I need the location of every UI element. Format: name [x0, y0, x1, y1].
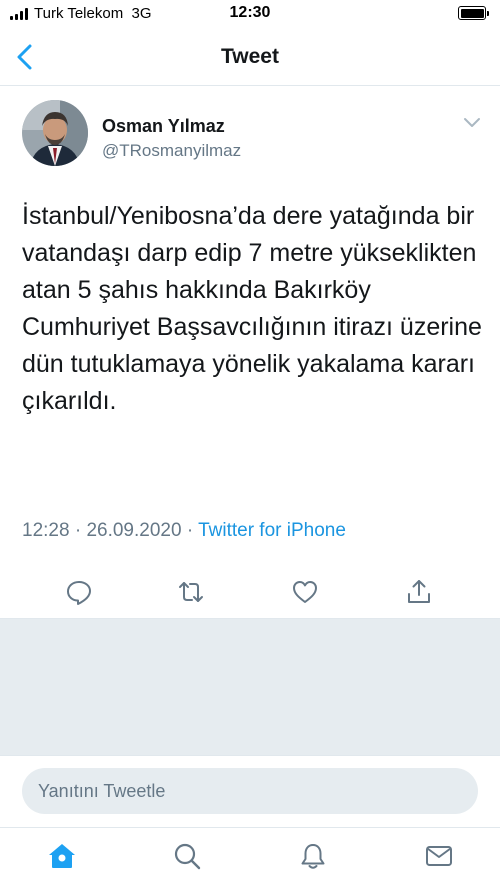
- reply-icon[interactable]: [65, 578, 93, 606]
- nav-bar: Tweet: [0, 28, 500, 86]
- avatar[interactable]: [22, 100, 88, 166]
- chevron-down-icon[interactable]: [462, 116, 482, 130]
- meta-separator: ·: [186, 520, 194, 541]
- battery-icon: [458, 6, 489, 20]
- home-icon[interactable]: [47, 841, 77, 871]
- tweet-time: 12:28: [22, 520, 70, 541]
- author-handle[interactable]: @TRosmanyilmaz: [102, 141, 241, 161]
- author-name[interactable]: Osman Yılmaz: [102, 116, 225, 137]
- tweet-source-link[interactable]: Twitter for iPhone: [198, 520, 346, 541]
- tweet-text: İstanbul/Yenibosna’da dere yatağında bir…: [22, 202, 482, 415]
- messages-icon[interactable]: [424, 841, 454, 871]
- notifications-icon[interactable]: [298, 841, 328, 871]
- status-bar: Turk Telekom 3G 12:30: [0, 0, 500, 28]
- page-title: Tweet: [221, 45, 279, 68]
- tweet-meta: 12:28 · 26.09.2020 · Twitter for iPhone: [22, 520, 346, 542]
- reply-input[interactable]: [22, 768, 478, 814]
- tab-bar: [0, 827, 500, 889]
- retweet-icon[interactable]: [177, 578, 205, 606]
- search-icon[interactable]: [172, 841, 202, 871]
- like-icon[interactable]: [291, 578, 319, 606]
- tweet-actions: [0, 566, 500, 618]
- status-time: 12:30: [229, 4, 271, 21]
- empty-replies-area: [0, 618, 500, 755]
- meta-separator: ·: [74, 520, 82, 541]
- tweet-date: 26.09.2020: [86, 520, 182, 541]
- reply-bar: [0, 755, 500, 827]
- share-icon[interactable]: [405, 578, 433, 606]
